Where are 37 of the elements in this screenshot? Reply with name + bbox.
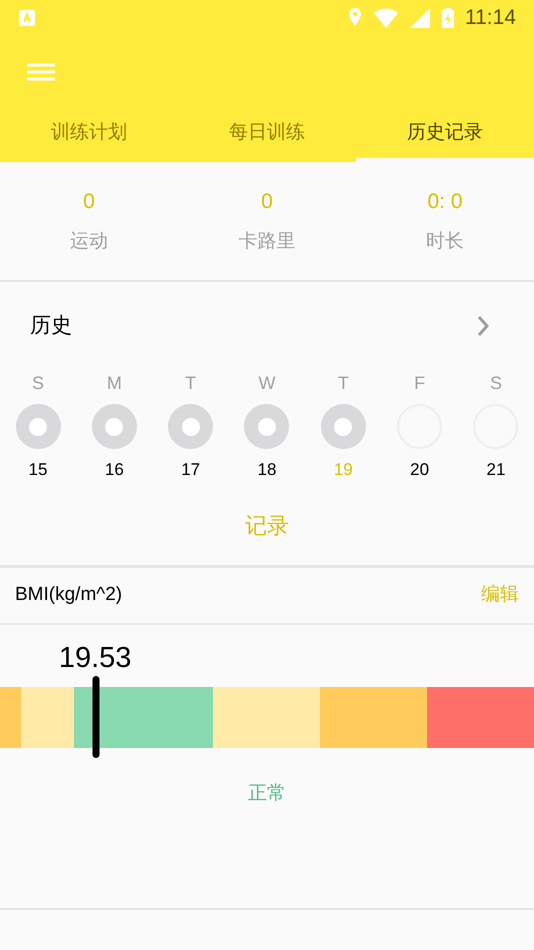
- bmi-value: 19.53: [58, 640, 132, 676]
- menu-button[interactable]: [27, 61, 55, 83]
- day-number: 21: [486, 459, 506, 481]
- app-notification-icon: [18, 9, 36, 27]
- day-number: 19: [334, 459, 353, 481]
- weekday-label: T: [185, 372, 196, 395]
- edit-button[interactable]: 编辑: [481, 580, 519, 610]
- stat-value: 0: [261, 189, 273, 215]
- weekday-label: S: [32, 372, 44, 395]
- tab[interactable]: 历史记录: [356, 108, 534, 162]
- wifi-icon: [373, 7, 399, 29]
- bmi-title: BMI(kg/m^2): [15, 582, 122, 607]
- weekday-label: M: [106, 372, 122, 395]
- stat-value: 0: [83, 189, 95, 215]
- tab[interactable]: 每日训练: [178, 108, 356, 162]
- chevron-right-icon[interactable]: [476, 315, 490, 337]
- day-number: 18: [258, 459, 276, 481]
- stat-label: 时长: [426, 230, 464, 254]
- day-number: 16: [104, 459, 124, 481]
- day-number: 15: [28, 459, 48, 481]
- menu-icon: [27, 62, 55, 82]
- tab[interactable]: 训练计划: [0, 108, 178, 162]
- weekday-label: W: [258, 372, 276, 395]
- history-title: 历史: [30, 313, 72, 340]
- day-number: 17: [181, 459, 200, 481]
- stat-label: 运动: [70, 230, 108, 254]
- bmi-category: 正常: [248, 782, 286, 806]
- battery-charging-icon: [441, 7, 455, 29]
- weekday-label: S: [490, 372, 502, 395]
- status-time: 11:14: [465, 5, 516, 32]
- weekday-label: T: [338, 372, 349, 395]
- record-link[interactable]: 记录: [245, 509, 289, 542]
- stat-label: 卡路里: [238, 230, 296, 254]
- signal-icon: [409, 7, 431, 29]
- stat-value: 0: 0: [427, 189, 463, 215]
- day-number: 20: [410, 459, 430, 481]
- weekday-label: F: [414, 372, 426, 395]
